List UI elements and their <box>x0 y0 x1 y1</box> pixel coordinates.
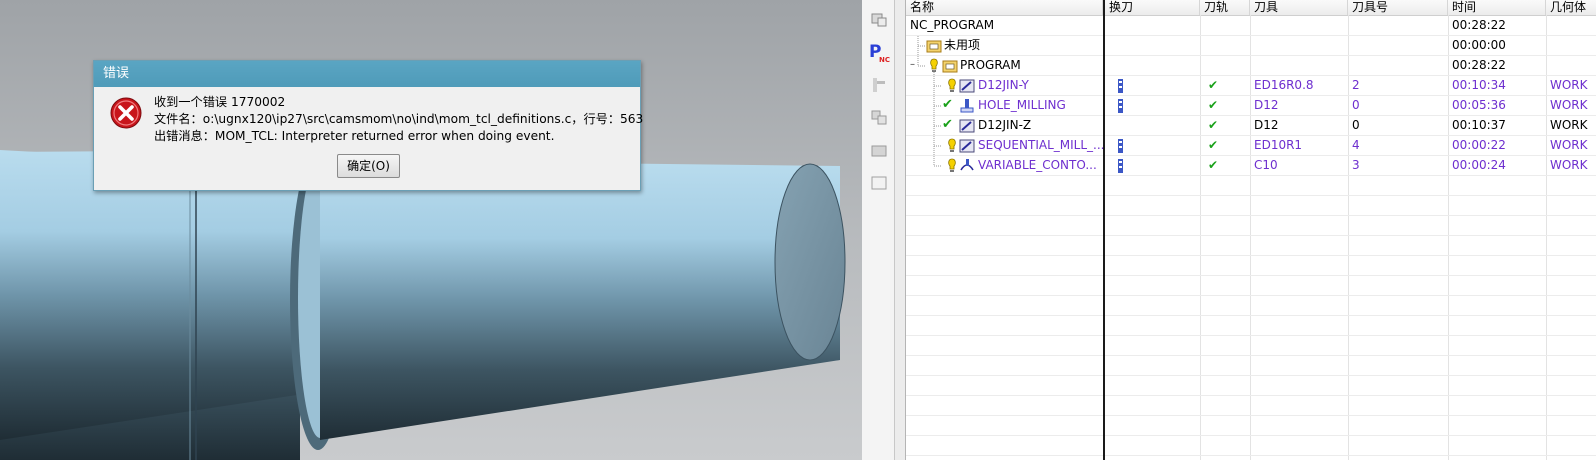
ok-button[interactable]: 确定(O) <box>337 154 400 178</box>
row-tool-number: 0 <box>1352 118 1360 132</box>
tool-change-icon <box>1118 139 1123 153</box>
row-tool: C10 <box>1254 158 1278 172</box>
error-dialog: 错误 收到一个错误 1770002 文件名：o:\ugnx120\ip27\sr… <box>93 60 643 191</box>
tree-row-operation[interactable]: VARIABLE_CONTO... ✔ C10 3 00:00:24 WORK <box>906 156 1596 176</box>
toolpath-ok-check: ✔ <box>1208 78 1219 92</box>
row-geometry: WORK <box>1550 78 1588 92</box>
column-header-tool[interactable]: 刀具 <box>1250 0 1348 15</box>
column-header-time[interactable]: 时间 <box>1448 0 1546 15</box>
tree-row-operation[interactable]: SEQUENTIAL_MILL_... ✔ ED10R1 4 00:00:22 … <box>906 136 1596 156</box>
empty-row <box>906 316 1596 336</box>
error-detail-line: 出错消息：MOM_TCL: Interpreter returned error… <box>154 129 555 143</box>
empty-row <box>906 256 1596 276</box>
row-time: 00:28:22 <box>1452 18 1506 32</box>
tree-row-operation[interactable]: D12JIN-Y ✔ ED16R0.8 2 00:10:34 WORK <box>906 76 1596 96</box>
tool-change-icon <box>1118 159 1123 173</box>
row-name: D12JIN-Z <box>978 118 1032 132</box>
resource-bar: P NC <box>862 0 895 460</box>
navigator-header: 名称 换刀 刀轨 刀具 刀具号 时间 几何体 <box>906 0 1596 16</box>
error-code-line: 收到一个错误 1770002 <box>154 95 286 109</box>
row-name: HOLE_MILLING <box>978 98 1066 112</box>
row-tool: D12 <box>1254 98 1279 112</box>
operation-navigator: 名称 换刀 刀轨 刀具 刀具号 时间 几何体 NC_PROGRAM 00:28:… <box>906 0 1596 460</box>
row-tool-number: 4 <box>1352 138 1360 152</box>
row-tool-number: 2 <box>1352 78 1360 92</box>
empty-row <box>906 376 1596 396</box>
row-time: 00:00:24 <box>1452 158 1506 172</box>
error-file-line: 文件名：o:\ugnx120\ip27\src\camsmom\no\ind\m… <box>154 112 644 126</box>
tool-change-icon <box>1118 99 1123 113</box>
row-time: 00:05:36 <box>1452 98 1506 112</box>
tool-change-icon <box>1118 79 1123 93</box>
row-name: SEQUENTIAL_MILL_... <box>978 138 1105 152</box>
empty-row <box>906 416 1596 436</box>
empty-row <box>906 356 1596 376</box>
column-divider[interactable] <box>1103 0 1105 460</box>
dialog-title: 错误 <box>94 61 640 87</box>
row-geometry: WORK <box>1550 138 1588 152</box>
column-header-name[interactable]: 名称 <box>906 0 1103 15</box>
row-geometry: WORK <box>1550 158 1588 172</box>
row-tool: ED16R0.8 <box>1254 78 1314 92</box>
empty-row <box>906 176 1596 196</box>
tree-row-operation[interactable]: ✔ D12JIN-Z ✔ D12 0 00:10:37 WORK <box>906 116 1596 136</box>
tree-row-program[interactable]: – PROGRAM 00:28:22 <box>906 56 1596 76</box>
row-time: 00:28:22 <box>1452 58 1506 72</box>
row-name: D12JIN-Y <box>978 78 1029 92</box>
row-tool: D12 <box>1254 118 1279 132</box>
history-icon[interactable] <box>868 172 890 194</box>
column-header-tool-number[interactable]: 刀具号 <box>1348 0 1448 15</box>
empty-row <box>906 436 1596 456</box>
feature-navigator-icon[interactable] <box>868 106 890 128</box>
row-time: 00:10:37 <box>1452 118 1506 132</box>
row-time: 00:00:22 <box>1452 138 1506 152</box>
operation-navigator-icon[interactable]: P NC <box>868 41 890 63</box>
row-name: VARIABLE_CONTO... <box>978 158 1097 172</box>
tree-row-operation[interactable]: ✔ HOLE_MILLING ✔ D12 0 00:05:36 WORK <box>906 96 1596 116</box>
row-geometry: WORK <box>1550 118 1588 132</box>
row-tool: ED10R1 <box>1254 138 1303 152</box>
empty-row <box>906 216 1596 236</box>
empty-row <box>906 456 1596 460</box>
toolpath-ok-check: ✔ <box>1208 138 1219 152</box>
row-tool-number: 3 <box>1352 158 1360 172</box>
tree-row-nc-program[interactable]: NC_PROGRAM 00:28:22 <box>906 16 1596 36</box>
empty-row <box>906 196 1596 216</box>
column-header-path[interactable]: 刀轨 <box>1200 0 1250 15</box>
tree-connectors <box>917 36 942 167</box>
column-header-tool-change[interactable]: 换刀 <box>1105 0 1200 15</box>
tree-row-unused[interactable]: 未用项 00:00:00 <box>906 36 1596 56</box>
row-tool-number: 0 <box>1352 98 1360 112</box>
row-time: 00:10:34 <box>1452 78 1506 92</box>
row-time: 00:00:00 <box>1452 38 1506 52</box>
toolpath-ok-check: ✔ <box>1208 118 1219 132</box>
empty-row <box>906 296 1596 316</box>
column-header-geometry[interactable]: 几何体 <box>1546 0 1596 15</box>
empty-row <box>906 236 1596 256</box>
empty-row <box>906 276 1596 296</box>
splitter[interactable] <box>895 0 906 460</box>
row-geometry: WORK <box>1550 98 1588 112</box>
toolpath-ok-check: ✔ <box>1208 98 1219 112</box>
error-icon <box>110 97 142 129</box>
assembly-navigator-icon[interactable] <box>868 8 890 30</box>
graphics-viewport[interactable]: 错误 收到一个错误 1770002 文件名：o:\ugnx120\ip27\sr… <box>0 0 862 460</box>
roles-icon[interactable] <box>868 139 890 161</box>
empty-row <box>906 336 1596 356</box>
toolpath-ok-check: ✔ <box>1208 158 1219 172</box>
svg-text:NC: NC <box>879 56 890 63</box>
empty-row <box>906 396 1596 416</box>
machine-tool-navigator-icon[interactable] <box>868 74 890 96</box>
error-message: 收到一个错误 1770002 文件名：o:\ugnx120\ip27\src\c… <box>154 94 643 145</box>
